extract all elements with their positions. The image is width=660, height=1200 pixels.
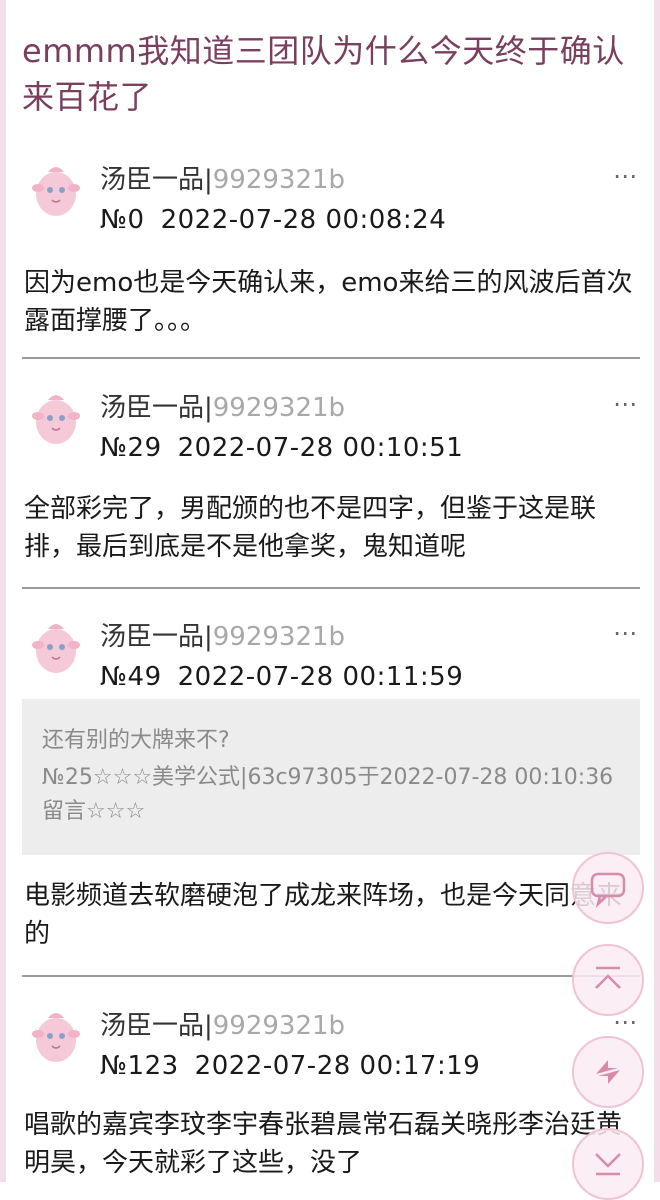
post-content: 唱歌的嘉宾李玟李宇春张碧晨常石磊关晓彤李治廷黄明昊，今天就彩了这些，没了 [24,1110,623,1178]
post-time: 2022-07-28 00:10:51 [177,433,464,463]
post-time: 2022-07-28 00:11:59 [177,662,464,692]
author-uid: 9929321b [212,393,346,423]
more-options-icon[interactable]: ⋯ [613,392,638,416]
post-meta: №29 2022-07-28 00:10:51 [100,430,463,466]
refresh-icon [596,1060,620,1084]
avatar[interactable] [26,615,84,677]
post-meta: №49 2022-07-28 00:11:59 [100,659,463,695]
scroll-bottom-icon [595,1153,621,1176]
author-nickname: 汤臣一品| [100,622,213,652]
more-options-icon[interactable]: ⋯ [613,1010,638,1034]
post-meta: №123 2022-07-28 00:17:19 [100,1048,480,1084]
post-time: 2022-07-28 00:17:19 [194,1051,481,1081]
author-nickname: 汤臣一品| [100,393,213,423]
post-divider [22,587,640,589]
floor-number: №0 [100,205,145,235]
more-options-icon[interactable]: ⋯ [613,621,638,645]
author-uid: 9929321b [212,622,346,652]
pink-creature-icon [32,624,80,673]
author-uid: 9929321b [212,1011,346,1041]
author-name[interactable]: 汤臣一品|9929321b [100,390,345,426]
author-nickname: 汤臣一品| [100,165,213,195]
post-meta: №0 2022-07-28 00:08:24 [100,202,446,238]
scroll-top-icon [595,966,621,989]
author-name[interactable]: 汤臣一品|9929321b [100,1008,345,1044]
avatar[interactable] [26,1004,84,1066]
more-options-icon[interactable]: ⋯ [613,164,638,188]
floor-number: №49 [100,662,162,692]
author-uid: 9929321b [212,165,346,195]
pink-creature-icon [32,395,80,444]
author-name[interactable]: 汤臣一品|9929321b [100,619,345,655]
author-nickname: 汤臣一品| [100,1011,213,1041]
post-content: 因为emo也是今天确认来，emo来给三的风波后首次露面撑腰了。。。 [24,268,633,336]
refresh-button[interactable] [572,1036,644,1108]
scroll-bottom-button[interactable] [572,1128,644,1200]
comment-button[interactable] [572,852,644,924]
page-edge-right [654,0,660,1182]
avatar[interactable] [26,158,84,220]
post-time: 2022-07-28 00:08:24 [160,205,447,235]
post-content: 电影频道去软磨硬泡了成龙来阵场，也是今天同意来的 [24,881,623,949]
page-edge-left [0,0,6,1182]
floor-number: №123 [100,1051,179,1081]
quoted-meta: №25☆☆☆美学公式|63c97305于2022-07-28 00:10:36留… [42,765,614,824]
floor-number: №29 [100,433,162,463]
quoted-comment[interactable]: 还有别的大牌来不? №25☆☆☆美学公式|63c97305于2022-07-28… [22,699,640,855]
comment-icon [590,872,626,909]
pink-creature-icon [32,167,80,216]
author-name[interactable]: 汤臣一品|9929321b [100,162,345,198]
post-content: 全部彩完了，男配颁的也不是四字，但鉴于这是联排，最后到底是不是他拿奖，鬼知道呢 [24,494,597,562]
post-divider [22,975,640,977]
thread-title: emmm我知道三团队为什么今天终于确认来百花了 [22,32,625,116]
avatar[interactable] [26,386,84,448]
quoted-text: 还有别的大牌来不? [42,728,230,753]
post-divider [22,357,640,359]
scroll-top-button[interactable] [572,944,644,1016]
pink-creature-icon [32,1013,80,1062]
